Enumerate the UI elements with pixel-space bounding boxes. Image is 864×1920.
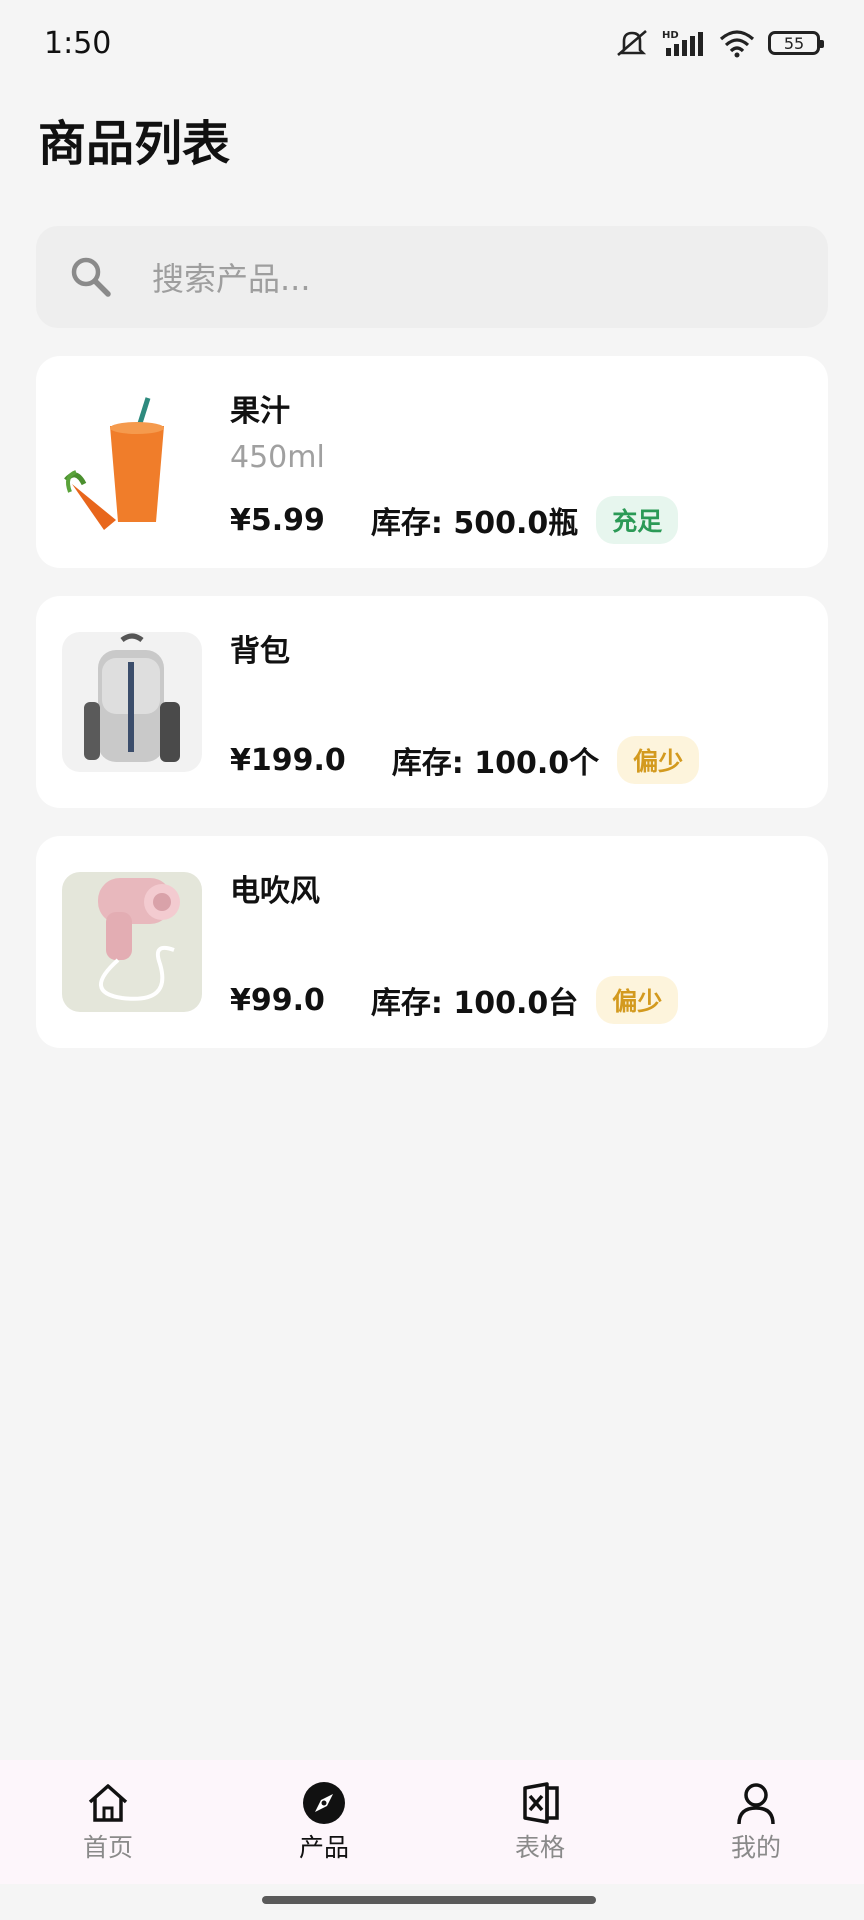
wifi-icon xyxy=(719,30,755,58)
nav-item-home[interactable]: 首页 xyxy=(0,1760,216,1884)
product-price: ¥199.0 xyxy=(230,742,346,778)
product-stock: 库存: 100.0个 xyxy=(391,746,600,781)
stock-status-badge: 充足 xyxy=(596,496,679,544)
nav-label: 首页 xyxy=(82,1833,133,1862)
nav-label: 我的 xyxy=(730,1833,781,1862)
hd-signal-icon: HD xyxy=(662,30,703,56)
spreadsheet-icon xyxy=(523,1782,559,1824)
bottom-nav: 首页 产品 表格 我的 xyxy=(0,1760,864,1884)
battery-level: 55 xyxy=(783,33,805,53)
page-title: 商品列表 xyxy=(38,116,231,172)
person-icon xyxy=(737,1783,775,1825)
product-stock: 库存: 100.0台 xyxy=(370,986,579,1021)
nav-item-table[interactable]: 表格 xyxy=(432,1760,648,1884)
compass-icon xyxy=(303,1782,345,1824)
home-indicator[interactable] xyxy=(262,1896,596,1904)
product-image-hairdryer xyxy=(62,872,202,1012)
product-price: ¥99.0 xyxy=(230,982,325,1018)
product-name: 果汁 xyxy=(230,394,290,429)
product-image-backpack xyxy=(62,632,202,772)
nav-label: 表格 xyxy=(514,1833,565,1862)
nav-item-products[interactable]: 产品 xyxy=(216,1760,432,1884)
product-name: 电吹风 xyxy=(230,874,320,909)
status-icons: HD 55 xyxy=(614,28,824,58)
product-name: 背包 xyxy=(230,634,290,669)
product-spec: 450ml xyxy=(230,440,325,475)
product-price: ¥5.99 xyxy=(230,502,325,538)
price-row: ¥99.0 库存: 100.0台 偏少 xyxy=(230,976,679,1024)
product-stock: 库存: 500.0瓶 xyxy=(370,506,579,541)
svg-text:HD: HD xyxy=(662,30,679,41)
mute-icon xyxy=(617,30,647,56)
product-card[interactable]: 电吹风 ¥99.0 库存: 100.0台 偏少 xyxy=(36,836,828,1048)
stock-status-badge: 偏少 xyxy=(596,976,679,1024)
nav-item-me[interactable]: 我的 xyxy=(648,1760,864,1884)
product-card[interactable]: 果汁 450ml ¥5.99 库存: 500.0瓶 充足 xyxy=(36,356,828,568)
search-input[interactable]: 搜索产品... xyxy=(36,226,828,328)
price-row: ¥199.0 库存: 100.0个 偏少 xyxy=(230,736,700,784)
nav-label: 产品 xyxy=(298,1833,349,1862)
product-image-juice xyxy=(62,392,202,532)
home-icon xyxy=(88,1784,128,1822)
search-placeholder: 搜索产品... xyxy=(152,260,311,298)
price-row: ¥5.99 库存: 500.0瓶 充足 xyxy=(230,496,679,544)
product-card[interactable]: 背包 ¥199.0 库存: 100.0个 偏少 xyxy=(36,596,828,808)
status-bar: 1:50 HD 55 xyxy=(0,0,864,88)
stock-status-badge: 偏少 xyxy=(617,736,700,784)
search-icon xyxy=(71,257,111,297)
status-time: 1:50 xyxy=(44,26,112,61)
battery-icon: 55 xyxy=(768,31,824,55)
